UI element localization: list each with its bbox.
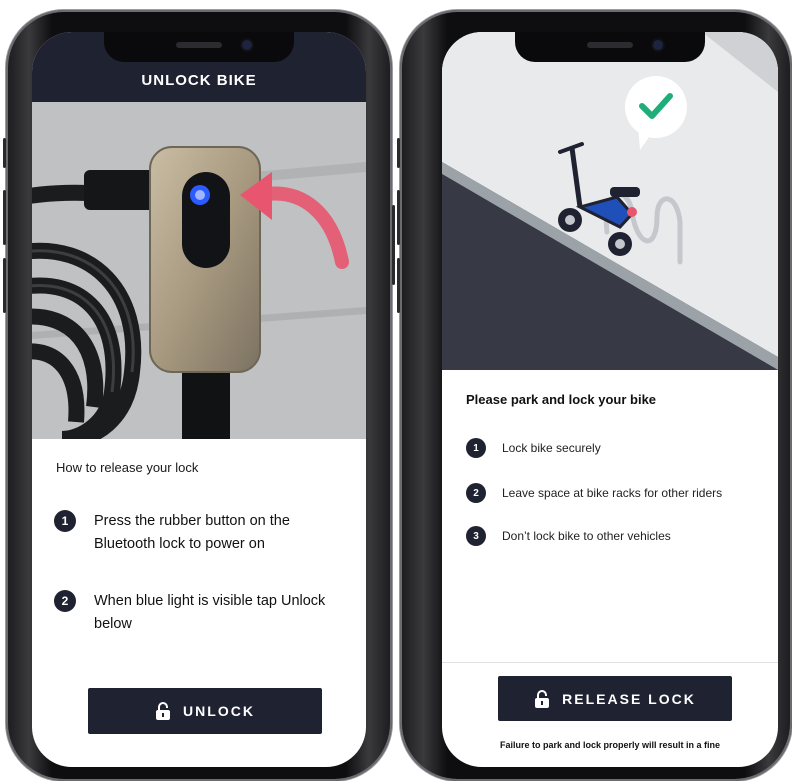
step-text: When blue light is visible tap Unlock be…: [94, 593, 326, 632]
phone-frame-right: Please park and lock your bike 1 Lock bi…: [397, 10, 792, 781]
unlock-screen: UNLOCK BIKE How to release your lock 1 P…: [32, 32, 366, 767]
step-number-badge: 1: [54, 510, 76, 532]
front-camera: [653, 40, 663, 50]
parking-step-2: 2 Leave space at bike racks for other ri…: [466, 483, 722, 503]
step-number-badge: 3: [466, 526, 486, 546]
front-camera: [242, 40, 252, 50]
phone-notch: [515, 32, 705, 62]
step-number-badge: 2: [466, 483, 486, 503]
how-to-title: How to release your lock: [56, 460, 199, 475]
padlock-open-icon: [535, 689, 550, 708]
step-text: Press the rubber button on the Bluetooth…: [94, 513, 290, 552]
mute-switch: [397, 138, 400, 168]
parking-scene: [442, 32, 778, 370]
screen-title: UNLOCK BIKE: [141, 72, 257, 89]
unlock-button[interactable]: UNLOCK: [88, 688, 322, 734]
volume-down-button: [3, 258, 6, 313]
instructions-title: Please park and lock your bike: [466, 392, 657, 407]
volume-up-button: [397, 190, 400, 245]
instruction-step-2: 2 When blue light is visible tap Unlock …: [54, 590, 329, 636]
step-number-badge: 1: [466, 438, 486, 458]
volume-up-button: [3, 190, 6, 245]
parking-step-1: 1 Lock bike securely: [466, 438, 601, 458]
step-text: Lock bike securely: [502, 441, 601, 455]
bluetooth-lock-photo: [32, 102, 366, 439]
speaker-grille: [587, 42, 633, 48]
step-number-badge: 2: [54, 590, 76, 612]
phone-frame-left: UNLOCK BIKE How to release your lock 1 P…: [3, 10, 395, 781]
lock-photo-illustration: [32, 102, 366, 439]
power-button: [392, 205, 395, 285]
release-lock-button[interactable]: RELEASE LOCK: [498, 676, 732, 721]
speaker-grille: [176, 42, 222, 48]
parked-bike-illustration: [442, 32, 778, 370]
step-text: Leave space at bike racks for other ride…: [502, 486, 723, 500]
unlock-button-label: UNLOCK: [183, 703, 255, 719]
divider: [442, 662, 778, 663]
instruction-step-1: 1 Press the rubber button on the Bluetoo…: [54, 510, 329, 556]
volume-down-button: [397, 258, 400, 313]
padlock-open-icon: [156, 702, 171, 720]
release-lock-button-label: RELEASE LOCK: [562, 690, 696, 707]
parking-step-3: 3 Don’t lock bike to other vehicles: [466, 526, 671, 546]
mute-switch: [3, 138, 6, 168]
fine-warning-text: Failure to park and lock properly will r…: [499, 740, 721, 750]
park-lock-screen: Please park and lock your bike 1 Lock bi…: [442, 32, 778, 767]
phone-notch: [104, 32, 294, 62]
step-text: Don’t lock bike to other vehicles: [502, 529, 671, 543]
